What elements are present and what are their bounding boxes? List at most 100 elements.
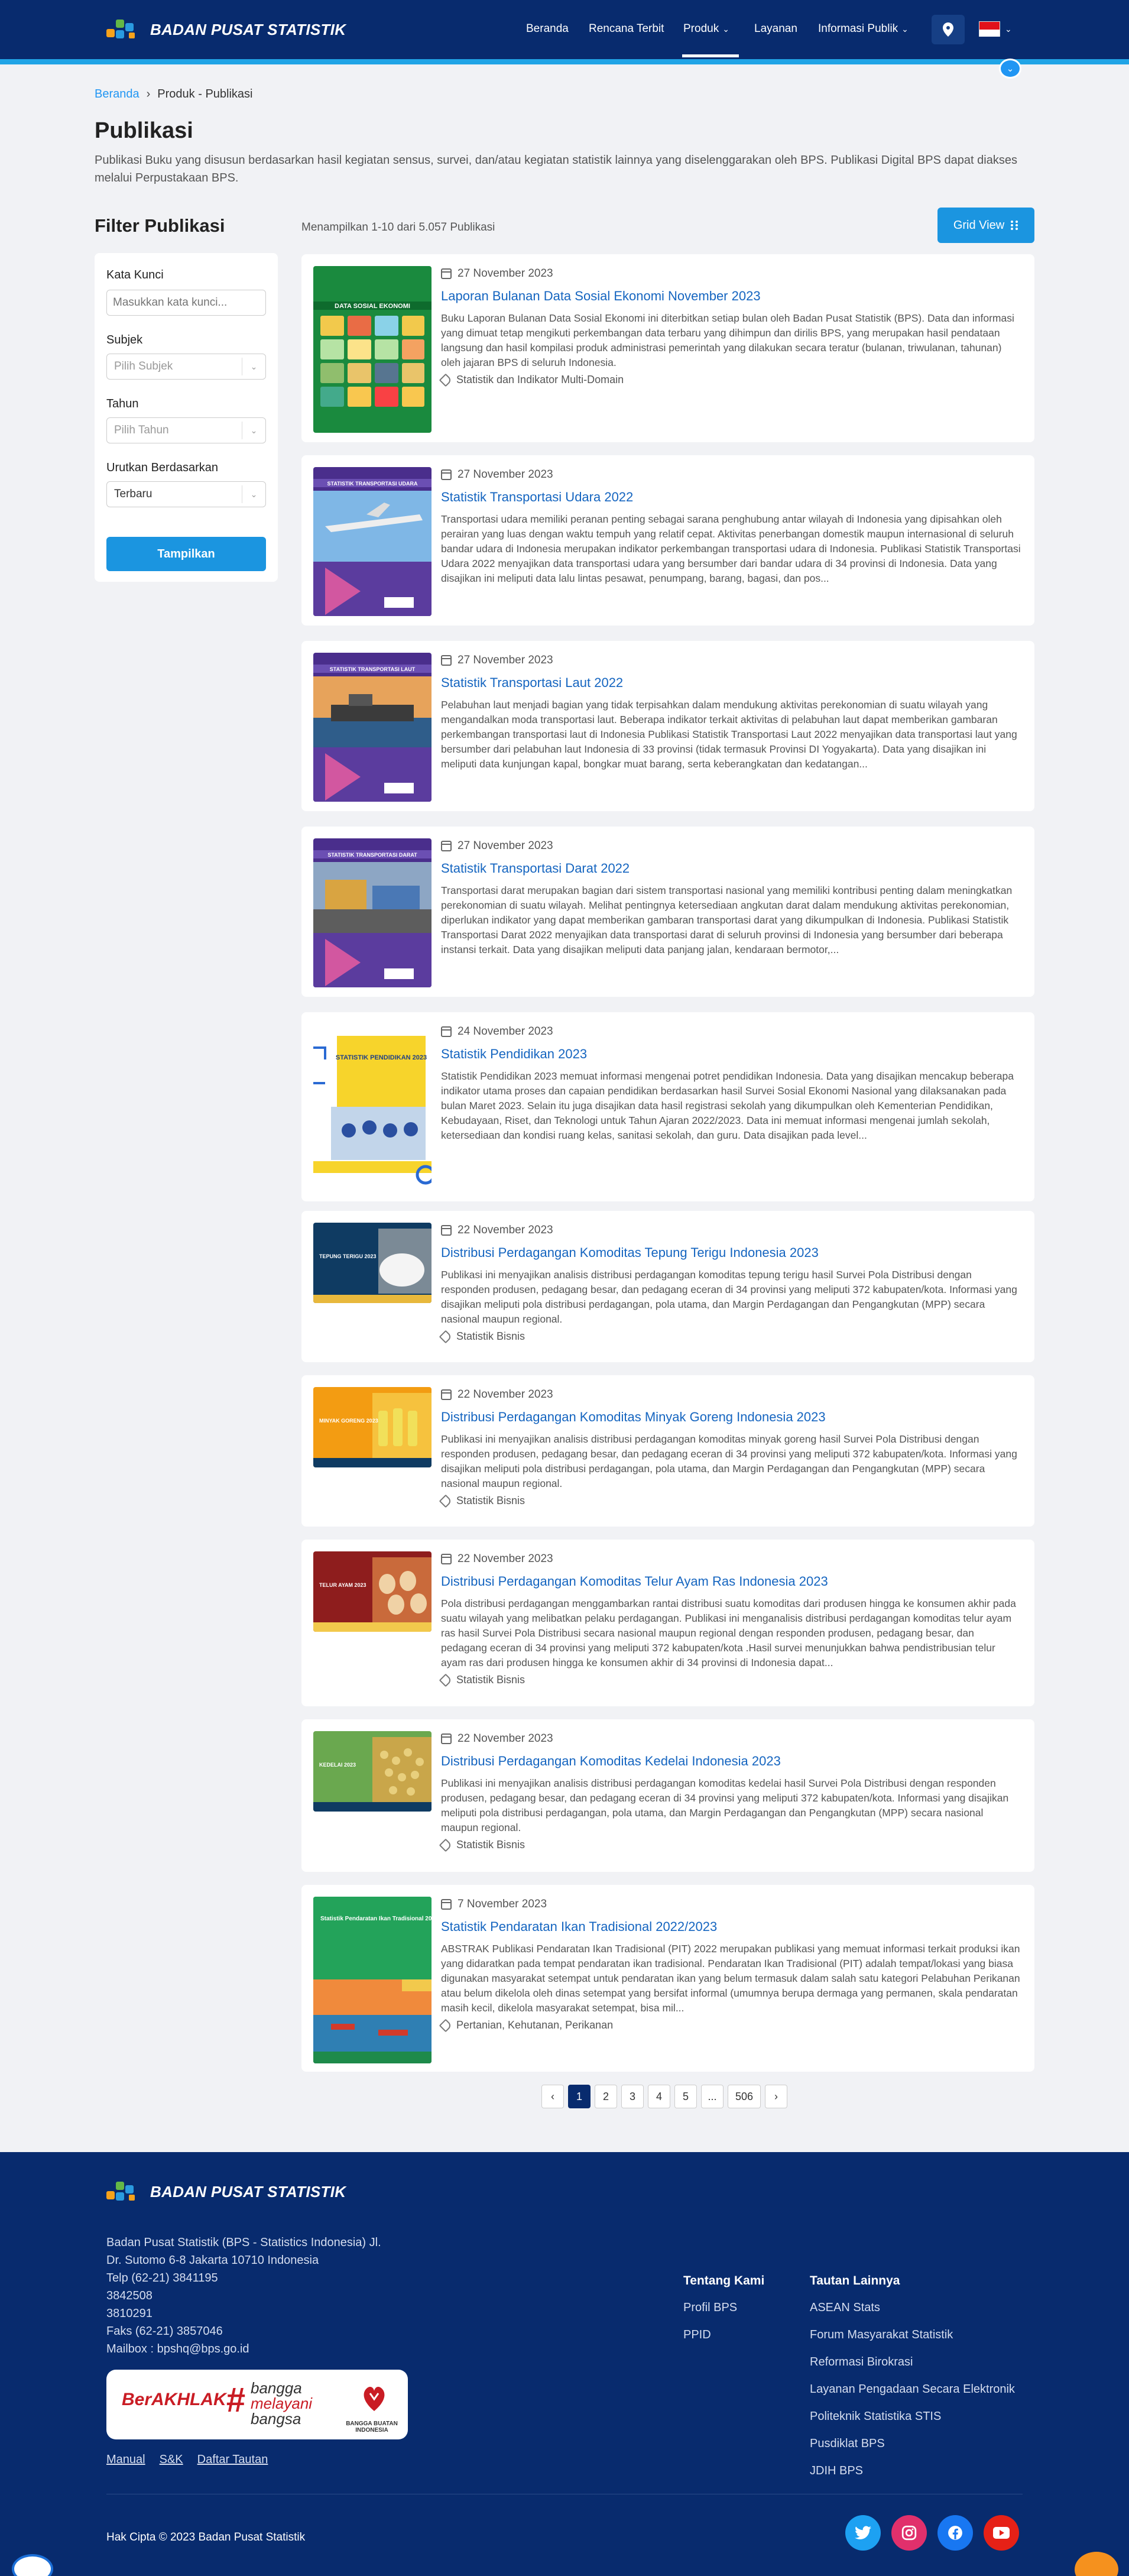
publication-card[interactable]: KEDELAI 2023 22 November 2023 Distribusi…: [301, 1719, 1034, 1872]
footer-brand-name: BADAN PUSAT STATISTIK: [150, 2182, 346, 2201]
publication-title[interactable]: Distribusi Perdagangan Komoditas Minyak …: [441, 1408, 1023, 1426]
footer-link-sk[interactable]: S&K: [160, 2453, 183, 2467]
publication-tag[interactable]: Statistik Bisnis: [439, 1494, 1023, 1508]
publication-title[interactable]: Laporan Bulanan Data Sosial Ekonomi Nove…: [441, 287, 1023, 305]
about-link-profil[interactable]: Profil BPS: [683, 2301, 737, 2315]
nav-layanan[interactable]: Layanan: [754, 22, 797, 35]
publication-cover[interactable]: STATISTIK PENDIDIKAN 2023: [313, 1024, 432, 1192]
chevron-down-icon: ⌄: [242, 422, 265, 439]
publication-title[interactable]: Statistik Transportasi Udara 2022: [441, 488, 1023, 506]
publication-title[interactable]: Statistik Pendidikan 2023: [441, 1045, 1023, 1063]
about-link-ppid[interactable]: PPID: [683, 2328, 711, 2342]
publication-tag-text: Statistik Bisnis: [456, 1495, 525, 1506]
calendar-icon: [441, 1389, 452, 1400]
related-link[interactable]: Forum Masyarakat Statistik: [810, 2328, 953, 2342]
nav-beranda[interactable]: Beranda: [526, 22, 569, 35]
publication-card[interactable]: Statistik Pendaratan Ikan Tradisional 20…: [301, 1885, 1034, 2072]
publication-cover[interactable]: STATISTIK TRANSPORTASI LAUT: [313, 653, 432, 802]
publication-cover[interactable]: TELUR AYAM 2023: [313, 1551, 432, 1632]
scroll-down-button[interactable]: ⌄: [999, 59, 1021, 79]
publication-cover[interactable]: MINYAK GORENG 2023: [313, 1387, 432, 1467]
facebook-button[interactable]: [937, 2515, 973, 2551]
nav-active-indicator: [682, 54, 739, 57]
publication-cover[interactable]: DATA SOSIAL EKONOMI: [313, 266, 432, 433]
cover-title: STATISTIK TRANSPORTASI LAUT: [330, 666, 416, 672]
address-line: Dr. Sutomo 6-8 Jakarta 10710 Indonesia: [106, 2254, 319, 2267]
pagination-page[interactable]: 4: [648, 2085, 670, 2108]
calendar-icon: [441, 1225, 452, 1236]
location-button[interactable]: [932, 15, 965, 44]
pagination-page[interactable]: 506: [728, 2085, 761, 2108]
publication-title[interactable]: Distribusi Perdagangan Komoditas Telur A…: [441, 1573, 1023, 1590]
nav-informasi-publik[interactable]: Informasi Publik ⌄: [818, 22, 909, 35]
publication-abstract: Publikasi ini menyajikan analisis distri…: [441, 1433, 1017, 1489]
related-link[interactable]: ASEAN Stats: [810, 2301, 880, 2315]
publication-tag[interactable]: Statistik Bisnis: [439, 1330, 1023, 1343]
publication-cover[interactable]: Statistik Pendaratan Ikan Tradisional 20…: [313, 1897, 432, 2063]
publication-title[interactable]: Distribusi Perdagangan Komoditas Tepung …: [441, 1244, 1023, 1262]
publication-card[interactable]: STATISTIK TRANSPORTASI UDARA 27 November…: [301, 455, 1034, 626]
publication-card[interactable]: DATA SOSIAL EKONOMI 27 November 2023 Lap…: [301, 254, 1034, 442]
sort-label: Urutkan Berdasarkan: [106, 461, 218, 474]
publication-card[interactable]: MINYAK GORENG 2023 22 November 2023 Dist…: [301, 1375, 1034, 1527]
publication-card[interactable]: STATISTIK TRANSPORTASI LAUT 27 November …: [301, 641, 1034, 811]
publication-tag[interactable]: Statistik Bisnis: [439, 1673, 1023, 1687]
pagination-next[interactable]: ›: [765, 2085, 787, 2108]
instagram-button[interactable]: [891, 2515, 927, 2551]
publication-card[interactable]: STATISTIK TRANSPORTASI DARAT 27 November…: [301, 827, 1034, 997]
footer-logo[interactable]: BADAN PUSAT STATISTIK: [105, 2178, 346, 2205]
publication-date-text: 27 November 2023: [458, 468, 553, 481]
related-link[interactable]: Pusdiklat BPS: [810, 2437, 885, 2451]
publication-abstract: ABSTRAK Publikasi Pendaratan Ikan Tradis…: [441, 1943, 1020, 2014]
publication-card[interactable]: STATISTIK PENDIDIKAN 2023 24 November 20…: [301, 1012, 1034, 1201]
keyword-label: Kata Kunci: [106, 268, 164, 281]
year-select[interactable]: Pilih Tahun ⌄: [106, 417, 266, 443]
related-link[interactable]: Reformasi Birokrasi: [810, 2355, 913, 2369]
results-count: Menampilkan 1-10 dari 5.057 Publikasi: [301, 221, 495, 234]
chevron-right-icon: ›: [774, 2090, 778, 2102]
related-link[interactable]: JDIH BPS: [810, 2464, 863, 2478]
publication-card[interactable]: TEPUNG TERIGU 2023 22 November 2023 Dist…: [301, 1211, 1034, 1362]
publication-title[interactable]: Distribusi Perdagangan Komoditas Kedelai…: [441, 1752, 1023, 1770]
twitter-icon: [855, 2526, 871, 2539]
keyword-input[interactable]: [106, 290, 266, 316]
grid-view-button[interactable]: Grid View: [937, 208, 1034, 243]
chevron-down-icon: ⌄: [242, 358, 265, 375]
publication-date: 27 November 2023: [441, 838, 1023, 854]
related-link[interactable]: Layanan Pengadaan Secara Elektronik: [810, 2383, 1015, 2396]
youtube-button[interactable]: [984, 2515, 1019, 2551]
apply-filter-button[interactable]: Tampilkan: [106, 537, 266, 571]
nav-produk[interactable]: Produk ⌄: [683, 22, 729, 35]
twitter-button[interactable]: [845, 2515, 881, 2551]
publication-cover[interactable]: STATISTIK TRANSPORTASI UDARA: [313, 467, 432, 616]
publication-title[interactable]: Statistik Transportasi Darat 2022: [441, 860, 1023, 877]
map-pin-icon: [943, 22, 953, 37]
chevron-down-icon: ⌄: [242, 485, 265, 503]
footer-link-manual[interactable]: Manual: [106, 2453, 145, 2467]
pagination-page[interactable]: 2: [595, 2085, 617, 2108]
breadcrumb-home[interactable]: Beranda: [95, 88, 139, 101]
bps-logo[interactable]: BADAN PUSAT STATISTIK: [105, 16, 346, 43]
pagination-page[interactable]: 3: [621, 2085, 644, 2108]
publication-cover[interactable]: STATISTIK TRANSPORTASI DARAT: [313, 838, 432, 987]
pagination-prev[interactable]: ‹: [541, 2085, 564, 2108]
publication-tag[interactable]: Pertanian, Kehutanan, Perikanan: [439, 2018, 1023, 2032]
bbi-logo-icon: [364, 2387, 385, 2411]
publication-tag[interactable]: Statistik Bisnis: [439, 1838, 1023, 1852]
nav-rencana-terbit[interactable]: Rencana Terbit: [589, 22, 664, 35]
subject-select[interactable]: Pilih Subjek ⌄: [106, 354, 266, 380]
language-selector[interactable]: ⌄: [979, 21, 1012, 37]
pagination-page[interactable]: 5: [674, 2085, 697, 2108]
related-link[interactable]: Politeknik Statistika STIS: [810, 2410, 941, 2423]
publication-title[interactable]: Statistik Pendaratan Ikan Tradisional 20…: [441, 1918, 1023, 1936]
sort-select[interactable]: Terbaru ⌄: [106, 481, 266, 507]
publication-date-text: 24 November 2023: [458, 1025, 553, 1038]
publication-card[interactable]: TELUR AYAM 2023 22 November 2023 Distrib…: [301, 1540, 1034, 1706]
publication-title[interactable]: Statistik Transportasi Laut 2022: [441, 674, 1023, 692]
footer-link-daftar-tautan[interactable]: Daftar Tautan: [197, 2453, 268, 2467]
publication-tag[interactable]: Statistik dan Indikator Multi-Domain: [439, 373, 1023, 387]
publication-date: 24 November 2023: [441, 1024, 1023, 1039]
publication-cover[interactable]: TEPUNG TERIGU 2023: [313, 1223, 432, 1303]
pagination-page[interactable]: 1: [568, 2085, 591, 2108]
publication-cover[interactable]: KEDELAI 2023: [313, 1731, 432, 1812]
